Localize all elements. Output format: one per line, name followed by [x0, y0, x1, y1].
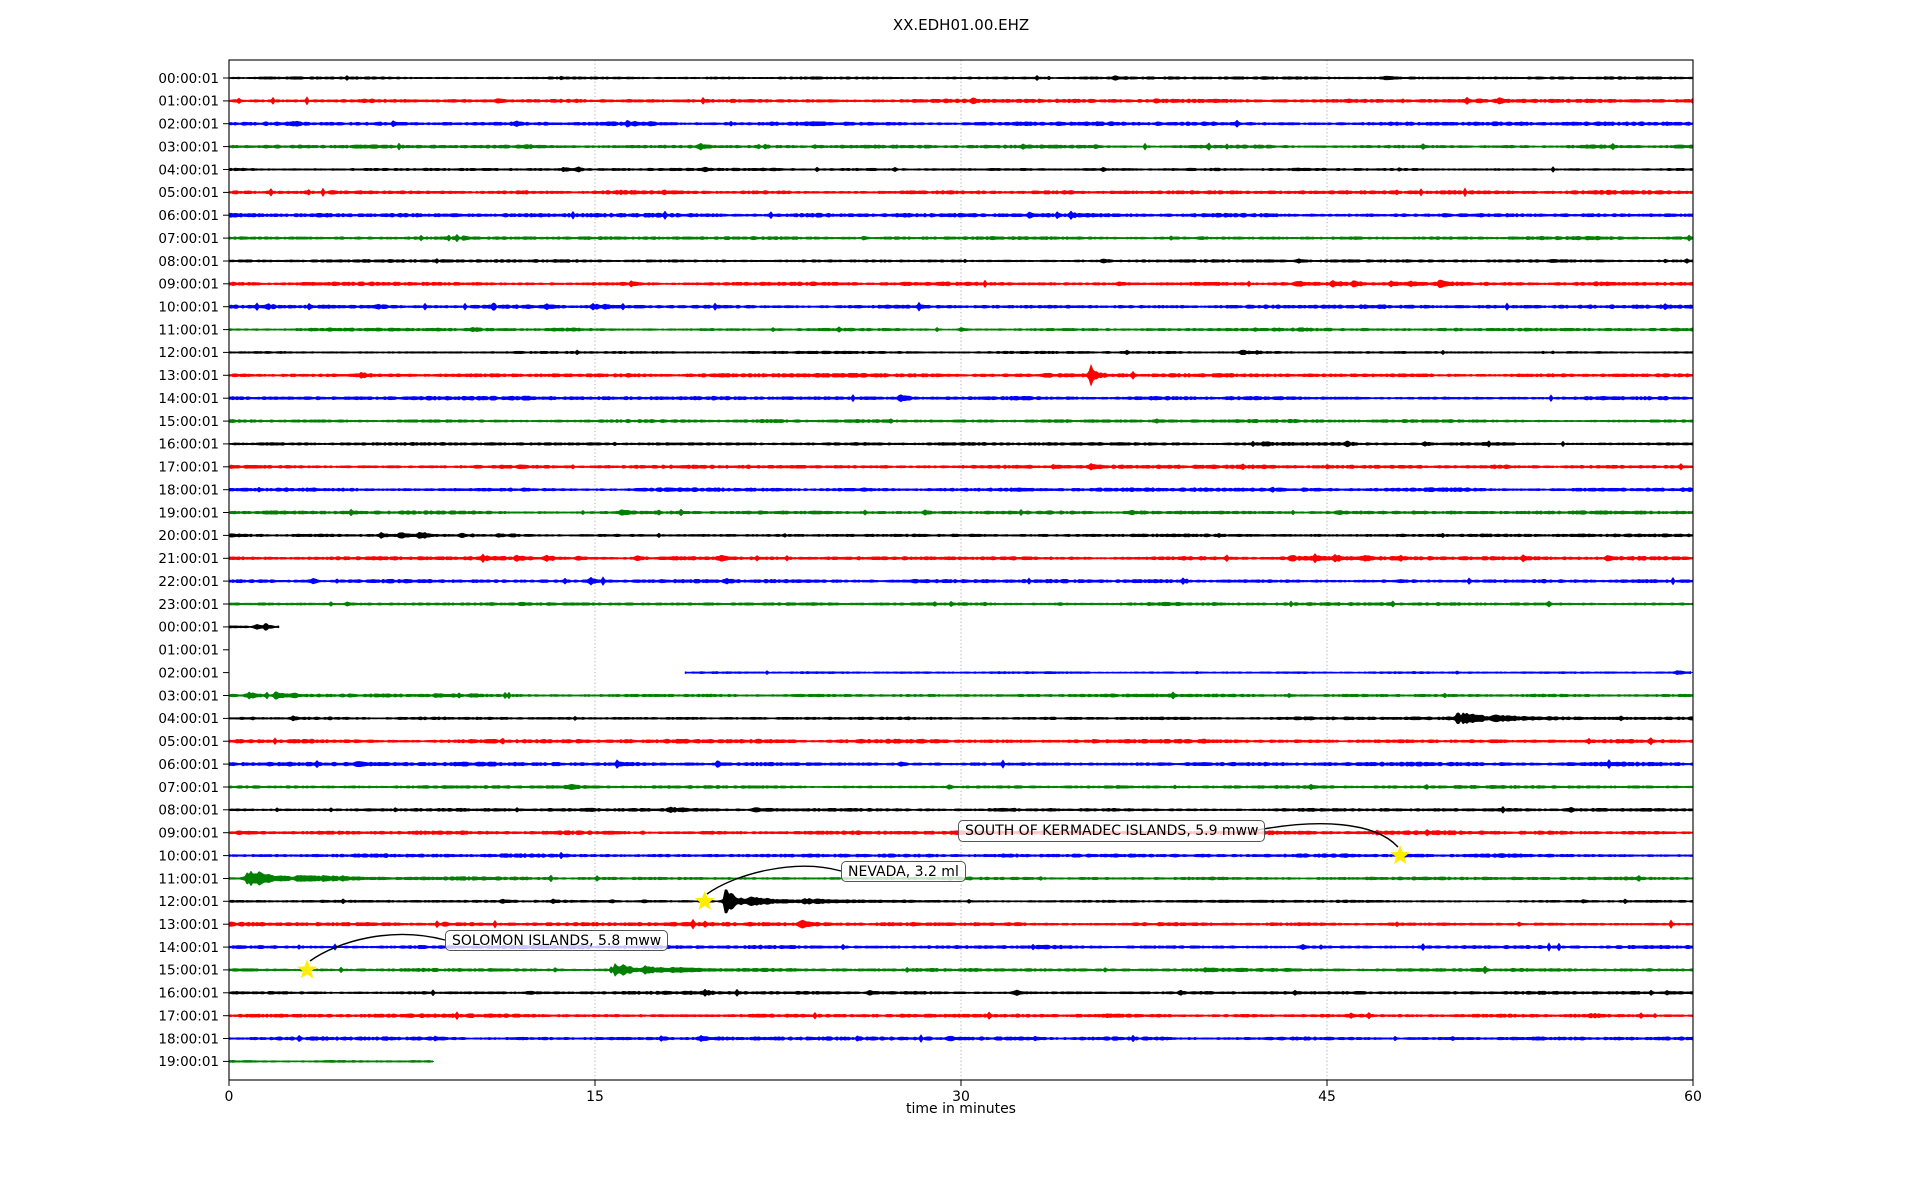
y-axis-label: 02:00:01 [158, 117, 219, 133]
y-axis-label: 04:00:01 [158, 711, 219, 727]
y-axis-label: 08:00:01 [158, 254, 219, 270]
y-axis-label: 21:00:01 [158, 551, 219, 567]
y-axis-label: 06:00:01 [158, 208, 219, 224]
y-axis-label: 22:00:01 [158, 574, 219, 590]
y-axis-label: 09:00:01 [158, 277, 219, 293]
y-axis-label: 14:00:01 [158, 940, 219, 956]
y-axis-label: 10:00:01 [158, 848, 219, 864]
helicorder-plot: 00:00:01 01:00:01 02:00:01 03:00:01 04:00:01… [158, 59, 1702, 1105]
y-axis-label: 00:00:01 [158, 71, 219, 87]
y-axis-label: 12:00:01 [158, 894, 219, 910]
y-axis-label: 18:00:01 [158, 483, 219, 499]
y-axis-label: 10:00:01 [158, 300, 219, 316]
y-axis-label: 19:00:01 [158, 1054, 219, 1070]
y-axis-label: 16:00:01 [158, 437, 219, 453]
y-axis-label: 16:00:01 [158, 986, 219, 1002]
y-axis-label: 11:00:01 [158, 871, 219, 887]
annotation-label-kermadec: SOUTH OF KERMADEC ISLANDS, 5.9 mww [958, 820, 1266, 842]
x-axis-title: time in minutes [906, 1101, 1016, 1117]
y-axis-label: 07:00:01 [158, 780, 219, 796]
y-axis-label: 02:00:01 [158, 665, 219, 681]
y-axis-label: 18:00:01 [158, 1031, 219, 1047]
y-axis-label: 15:00:01 [158, 963, 219, 979]
event-star-icon [1390, 845, 1411, 865]
annotation-arrow [1251, 823, 1399, 848]
y-axis-label: 13:00:01 [158, 917, 219, 933]
y-axis-label: 05:00:01 [158, 734, 219, 750]
seismogram-figure: XX.EDH01.00.EHZ 00:00:01 01:00:01 02:00:01… [0, 0, 1920, 1200]
y-axis-label: 17:00:01 [158, 1009, 219, 1025]
y-axis-label: 06:00:01 [158, 757, 219, 773]
y-axis-label: 00:00:01 [158, 620, 219, 636]
event-star-icon [694, 890, 715, 910]
y-axis-label: 09:00:01 [158, 826, 219, 842]
y-axis-label: 14:00:01 [158, 391, 219, 407]
annotation-text: NEVADA, 3.2 ml [848, 863, 959, 880]
annotation-text: SOUTH OF KERMADEC ISLANDS, 5.9 mww [965, 823, 1259, 839]
annotation-text: SOLOMON ISLANDS, 5.8 mww [452, 932, 662, 949]
y-axis-label: 11:00:01 [158, 322, 219, 338]
y-axis-label: 17:00:01 [158, 460, 219, 476]
y-axis-label: 13:00:01 [158, 368, 219, 384]
y-axis-label: 12:00:01 [158, 345, 219, 361]
y-axis-label: 20:00:01 [158, 528, 219, 544]
y-axis-label: 07:00:01 [158, 231, 219, 247]
y-axis-label: 08:00:01 [158, 803, 219, 819]
y-axis-label: 01:00:01 [158, 643, 219, 659]
event-star-icon [297, 959, 318, 979]
annotation-label-nevada: NEVADA, 3.2 ml [841, 861, 966, 882]
y-axis-label: 15:00:01 [158, 414, 219, 430]
y-axis-label: 04:00:01 [158, 162, 219, 178]
y-axis-label: 23:00:01 [158, 597, 219, 613]
y-axis-label: 01:00:01 [158, 94, 219, 110]
y-axis-label: 19:00:01 [158, 505, 219, 521]
y-axis-label: 03:00:01 [158, 688, 219, 704]
y-axis-label: 05:00:01 [158, 185, 219, 201]
plot-frame [228, 59, 1694, 1081]
annotation-label-solomon: SOLOMON ISLANDS, 5.8 mww [445, 930, 669, 951]
y-axis-label: 03:00:01 [158, 139, 219, 155]
